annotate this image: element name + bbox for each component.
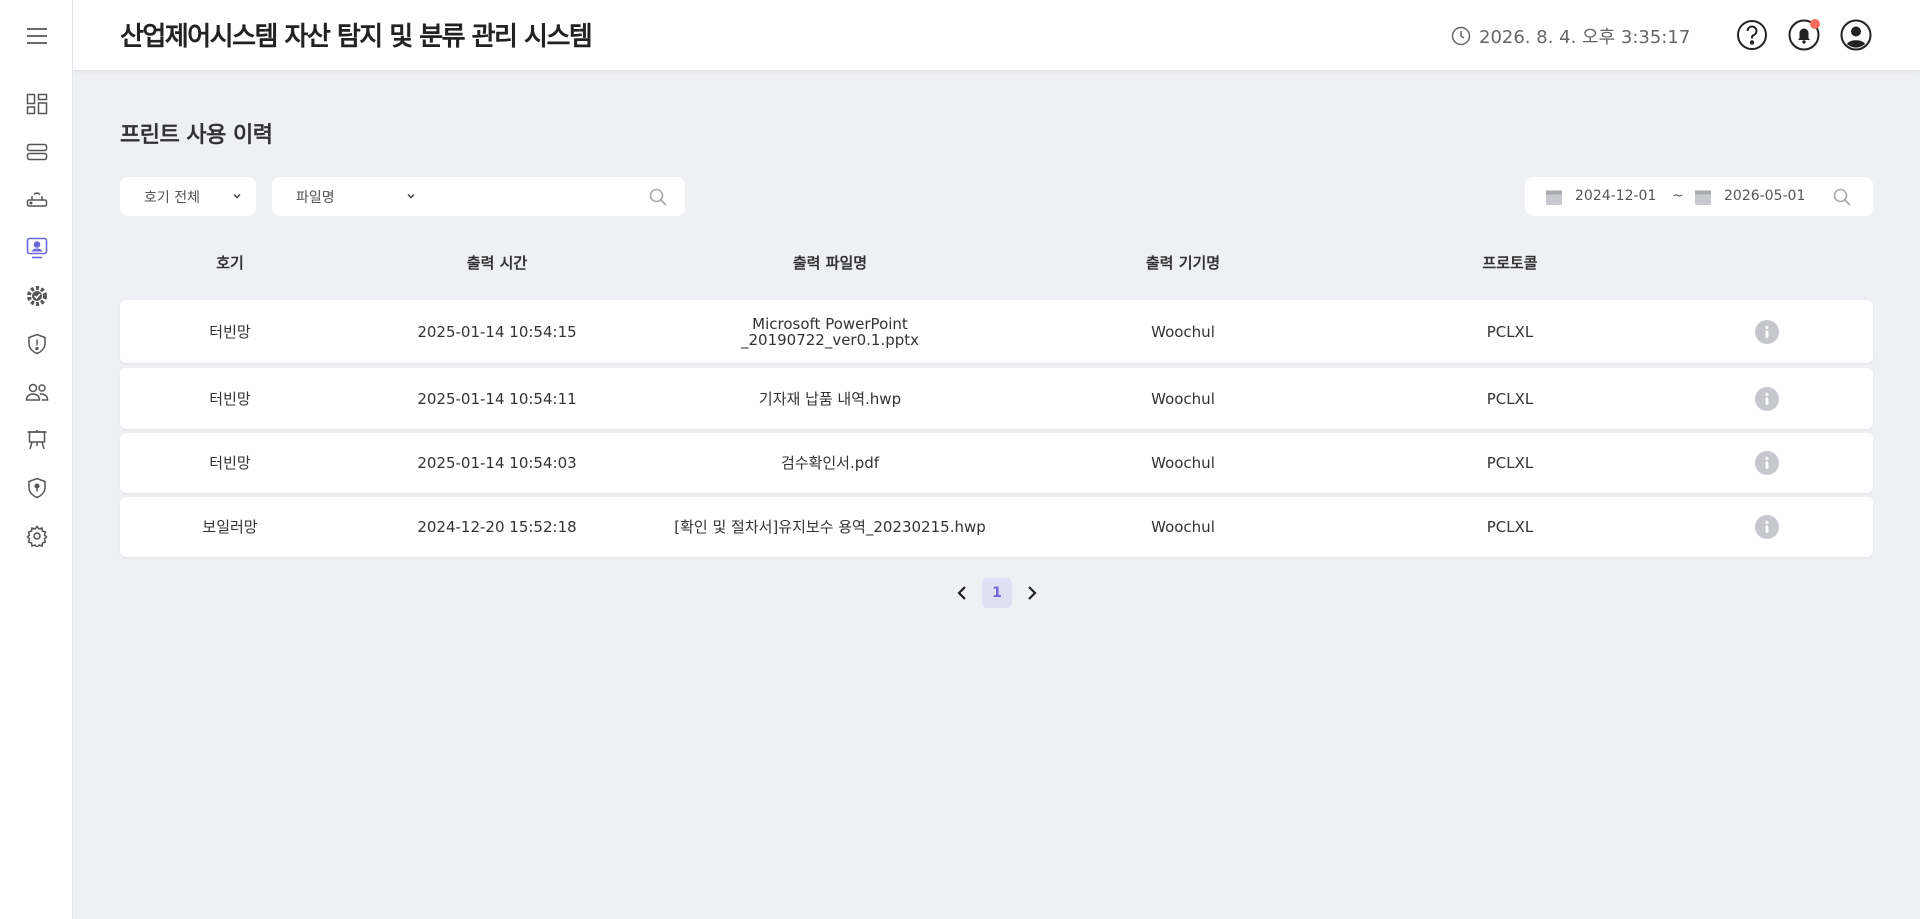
cell-filename: Microsoft PowerPoint _20190722_ver0.1.pp… bbox=[741, 316, 919, 348]
shield-icon bbox=[27, 477, 46, 499]
cell-protocol: PCLXL bbox=[1486, 322, 1534, 341]
info-button[interactable] bbox=[1755, 319, 1779, 344]
date-range-filter: 2024-12-01 ~ 2026-05-01 bbox=[1525, 177, 1873, 216]
server-icon bbox=[26, 143, 47, 161]
app-title: 산업제어시스템 자산 탐지 및 분류 관리 시스템 bbox=[120, 22, 593, 52]
cell-unit: 터빈망 bbox=[209, 454, 251, 472]
search-icon bbox=[649, 188, 667, 206]
cell-protocol: PCLXL bbox=[1486, 454, 1534, 472]
search-button[interactable] bbox=[649, 188, 667, 210]
help-icon bbox=[1737, 20, 1767, 50]
chevron-right-icon bbox=[1028, 586, 1037, 600]
date-search-button[interactable] bbox=[1833, 188, 1851, 210]
cell-device: Woochul bbox=[1151, 389, 1215, 408]
menu-toggle-button[interactable] bbox=[0, 0, 73, 71]
sidebar-item-print-history[interactable] bbox=[0, 228, 73, 268]
notification-badge bbox=[1810, 19, 1820, 29]
cell-filename: 검수확인서.pdf bbox=[780, 454, 880, 472]
info-icon bbox=[1765, 520, 1769, 533]
search-type-value: 파일명 bbox=[296, 189, 335, 206]
monitor-user-icon bbox=[26, 237, 47, 259]
date-from[interactable]: 2024-12-01 bbox=[1575, 188, 1656, 204]
chevron-left-icon bbox=[957, 586, 966, 600]
sidebar-item-network[interactable] bbox=[0, 180, 73, 220]
chevron-down-icon bbox=[407, 193, 415, 199]
cell-unit: 터빈망 bbox=[209, 322, 251, 341]
table-row[interactable]: 터빈망 2025-01-14 10:54:11 기자재 납품 내역.hwp Wo… bbox=[120, 368, 1873, 429]
table-row[interactable]: 터빈망 2025-01-14 10:54:15 Microsoft PowerP… bbox=[120, 300, 1873, 363]
cell-unit: 보일러망 bbox=[202, 518, 258, 536]
filename-line: Microsoft PowerPoint bbox=[752, 314, 908, 333]
prev-page-button[interactable] bbox=[948, 578, 976, 608]
column-header[interactable]: 출력 시간 bbox=[467, 252, 527, 273]
cell-device: Woochul bbox=[1151, 454, 1215, 472]
info-button[interactable] bbox=[1755, 515, 1779, 539]
sidebar-item-security[interactable] bbox=[0, 468, 73, 508]
cell-device: Woochul bbox=[1151, 518, 1215, 536]
profile-button[interactable] bbox=[1838, 17, 1874, 53]
info-button[interactable] bbox=[1755, 451, 1779, 475]
date-separator: ~ bbox=[1672, 188, 1684, 204]
column-header[interactable]: 출력 기기명 bbox=[1146, 252, 1220, 273]
sidebar-item-threats[interactable] bbox=[0, 324, 73, 364]
calendar-icon[interactable] bbox=[1545, 188, 1563, 206]
router-icon bbox=[26, 192, 47, 207]
search-icon bbox=[1833, 188, 1851, 206]
sidebar bbox=[0, 0, 73, 919]
table-row[interactable]: 터빈망 2025-01-14 10:54:03 검수확인서.pdf Woochu… bbox=[120, 433, 1873, 493]
cell-time: 2025-01-14 10:54:03 bbox=[417, 454, 577, 472]
hamburger-icon bbox=[26, 27, 47, 44]
clock-icon bbox=[1451, 26, 1471, 46]
chevron-down-icon bbox=[233, 193, 241, 199]
page-title: 프린트 사용 이력 bbox=[120, 123, 273, 148]
sidebar-item-servers[interactable] bbox=[0, 132, 73, 172]
gear-badge-icon bbox=[26, 286, 47, 306]
filename-line: _20190722_ver0.1.pptx bbox=[740, 330, 920, 349]
sidebar-item-dashboard[interactable] bbox=[0, 84, 73, 124]
search-type-select[interactable]: 파일명 bbox=[296, 177, 415, 216]
date-to[interactable]: 2026-05-01 bbox=[1724, 188, 1805, 204]
calendar-icon[interactable] bbox=[1694, 188, 1712, 206]
clock-text: 2026. 8. 4. 오후 3:35:17 bbox=[1479, 27, 1691, 48]
sidebar-item-settings[interactable] bbox=[0, 516, 73, 556]
cell-time: 2024-12-20 15:52:18 bbox=[417, 518, 577, 536]
sidebar-item-users[interactable] bbox=[0, 372, 73, 412]
sidebar-item-config[interactable] bbox=[0, 276, 73, 316]
cell-device: Woochul bbox=[1151, 322, 1215, 341]
clock-display: 2026. 8. 4. 오후 3:35:17 bbox=[1451, 22, 1690, 50]
sidebar-item-board[interactable] bbox=[0, 420, 73, 460]
table-header: 호기 출력 시간 출력 파일명 출력 기기명 프로토콜 bbox=[120, 252, 1873, 282]
unit-select[interactable]: 호기 전체 bbox=[120, 177, 256, 216]
user-avatar-icon bbox=[1840, 19, 1872, 51]
dashboard-icon bbox=[26, 93, 47, 115]
table-row[interactable]: 보일러망 2024-12-20 15:52:18 [확인 및 절차서]유지보수 … bbox=[120, 497, 1873, 557]
info-button[interactable] bbox=[1755, 386, 1779, 411]
cell-time: 2025-01-14 10:54:15 bbox=[417, 322, 577, 341]
top-header: 산업제어시스템 자산 탐지 및 분류 관리 시스템 2026. 8. 4. 오후… bbox=[73, 0, 1920, 71]
notifications-button[interactable] bbox=[1786, 17, 1822, 53]
easel-icon bbox=[27, 430, 46, 450]
column-header[interactable]: 출력 파일명 bbox=[793, 252, 867, 273]
cell-filename: 기자재 납품 내역.hwp bbox=[758, 389, 902, 408]
page-number[interactable]: 1 bbox=[982, 578, 1012, 608]
settings-icon bbox=[25, 525, 48, 547]
cell-protocol: PCLXL bbox=[1486, 518, 1534, 536]
unit-select-value: 호기 전체 bbox=[144, 189, 200, 206]
cell-filename: [확인 및 절차서]유지보수 용역_20230215.hwp bbox=[674, 518, 986, 536]
cell-protocol: PCLXL bbox=[1486, 389, 1534, 408]
column-header[interactable]: 프로토콜 bbox=[1482, 252, 1537, 273]
cell-time: 2025-01-14 10:54:11 bbox=[417, 389, 577, 408]
info-icon bbox=[1765, 456, 1769, 469]
column-header[interactable]: 호기 bbox=[216, 252, 244, 273]
info-icon bbox=[1765, 392, 1769, 405]
info-icon bbox=[1765, 325, 1769, 338]
next-page-button[interactable] bbox=[1018, 578, 1046, 608]
shield-alert-icon bbox=[27, 333, 46, 355]
users-icon bbox=[25, 383, 48, 401]
search-box: 파일명 bbox=[272, 177, 685, 216]
cell-unit: 터빈망 bbox=[209, 389, 251, 408]
help-button[interactable] bbox=[1734, 17, 1770, 53]
search-input[interactable] bbox=[422, 183, 622, 210]
